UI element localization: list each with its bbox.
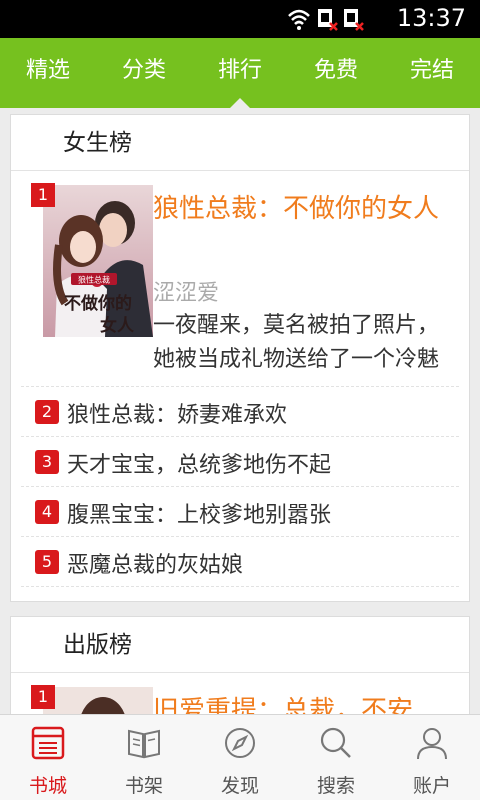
svg-text:不做你的: 不做你的	[64, 293, 132, 314]
book-title: 狼性总裁：娇妻难承欢	[67, 403, 288, 428]
rank-badge: 3	[35, 450, 59, 474]
book-cover[interactable]	[43, 687, 153, 714]
bottom-tab-bookstore[interactable]: 书城	[0, 715, 96, 800]
bottom-tab-discover[interactable]: 发现	[192, 715, 288, 800]
bottom-tab-label: 发现	[220, 775, 259, 797]
search-icon	[320, 727, 351, 758]
tab-free[interactable]: 免费	[288, 38, 384, 108]
bookshelf-icon	[128, 729, 160, 759]
bottom-tab-account[interactable]: 账户	[384, 715, 480, 800]
status-bar: 13:37	[0, 0, 480, 38]
bottom-tab-label: 搜索	[316, 775, 355, 797]
section-title[interactable]: 出版榜	[11, 617, 469, 673]
book-title: 腹黑宝宝：上校爹地别嚣张	[67, 503, 332, 528]
user-icon	[417, 728, 447, 760]
featured-book[interactable]: 1 狼性总裁 不做你的 女人 狼性总裁：不做你的女人 涩涩爱 一夜醒来，莫名被拍…	[21, 171, 459, 387]
wifi-icon	[288, 9, 310, 30]
rank-badge: 1	[31, 685, 55, 709]
female-ranking-card: 女生榜 1 狼性总裁 不做你的 女人 狼性总裁：不做你的女人 涩涩爱 一夜醒来，…	[10, 114, 470, 602]
book-author: 涩涩爱	[153, 281, 220, 306]
cover-subtitle: 狼性总裁	[78, 275, 110, 285]
book-title: 恶魔总裁的灰姑娘	[67, 553, 244, 578]
bottom-tab-label: 书架	[124, 775, 163, 797]
tab-categories[interactable]: 分类	[96, 38, 192, 108]
tab-completed[interactable]: 完结	[384, 38, 480, 108]
section-title[interactable]: 女生榜	[11, 115, 469, 171]
sim-card-icon	[344, 9, 364, 31]
rank-badge: 2	[35, 400, 59, 424]
publish-ranking-card: 出版榜 1 旧爱重提：总裁，不安	[10, 616, 470, 714]
bottom-tab-bookshelf[interactable]: 书架	[96, 715, 192, 800]
list-item[interactable]: 2 狼性总裁：娇妻难承欢	[21, 387, 459, 437]
sim-card-icon	[318, 9, 338, 31]
book-description: 一夜醒来，莫名被拍了照片，她被当成礼物送给了一个冷魅	[153, 313, 440, 372]
main-content[interactable]: 女生榜 1 狼性总裁 不做你的 女人 狼性总裁：不做你的女人 涩涩爱 一夜醒来，…	[0, 108, 480, 714]
bottom-tab-bar: 书城 书架 发现 搜索 账户	[0, 714, 480, 800]
svg-text:女人: 女人	[100, 315, 135, 336]
list-item[interactable]: 3 天才宝宝，总统爹地伤不起	[21, 437, 459, 487]
list-item[interactable]: 5 恶魔总裁的灰姑娘	[21, 537, 459, 587]
book-title: 天才宝宝，总统爹地伤不起	[67, 453, 332, 478]
featured-book[interactable]: 1 旧爱重提：总裁，不安	[21, 673, 459, 714]
bottom-tab-label: 书城	[28, 775, 67, 797]
top-tab-bar: 精选 分类 排行 免费 完结	[0, 38, 480, 110]
bookstore-icon	[31, 726, 65, 760]
bottom-tab-search[interactable]: 搜索	[288, 715, 384, 800]
tab-featured[interactable]: 精选	[0, 38, 96, 108]
book-title[interactable]: 狼性总裁：不做你的女人	[153, 187, 453, 231]
rank-badge: 1	[31, 183, 55, 207]
rank-badge: 4	[35, 500, 59, 524]
compass-icon	[225, 728, 255, 758]
status-time: 13:37	[396, 4, 466, 32]
rank-badge: 5	[35, 550, 59, 574]
book-title[interactable]: 旧爱重提：总裁，不安	[153, 689, 453, 714]
bottom-tab-label: 账户	[412, 775, 451, 797]
book-cover[interactable]: 狼性总裁 不做你的 女人	[43, 185, 153, 337]
list-item[interactable]: 4 腹黑宝宝：上校爹地别嚣张	[21, 487, 459, 537]
tab-rankings[interactable]: 排行	[192, 38, 288, 110]
